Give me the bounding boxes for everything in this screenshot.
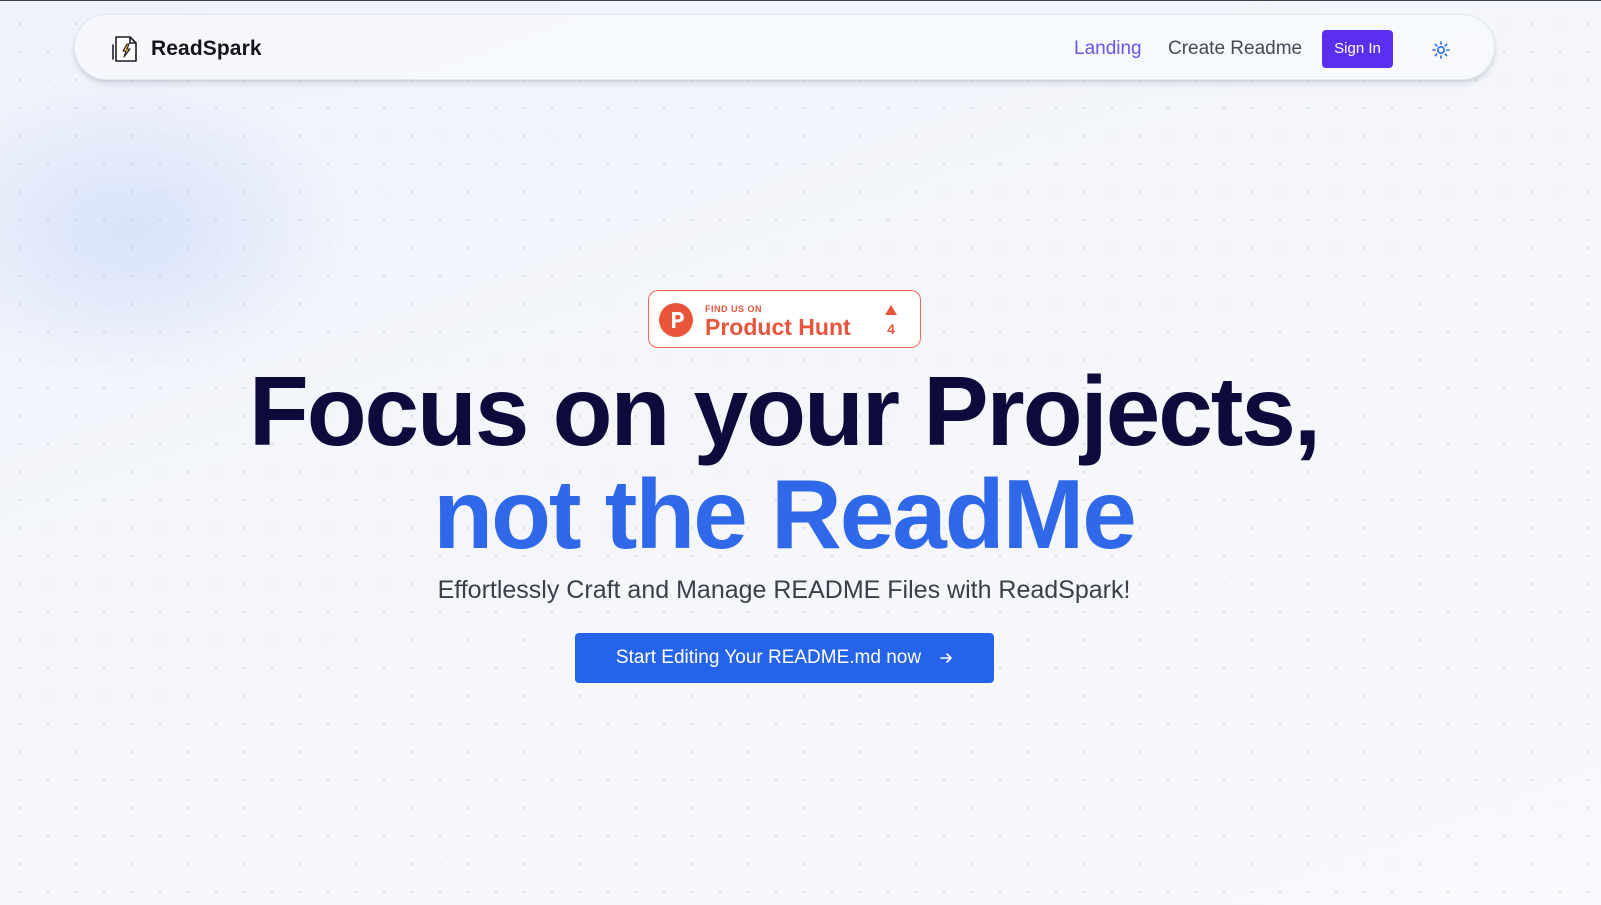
nav-link-landing[interactable]: Landing xyxy=(1074,37,1142,61)
brand-link[interactable]: ReadSpark xyxy=(111,34,262,64)
product-hunt-badge[interactable]: FIND US ON Product Hunt 4 xyxy=(648,290,921,348)
hero-headline: Focus on your Projects, xyxy=(248,356,1321,466)
nav-link-create-readme[interactable]: Create Readme xyxy=(1168,37,1302,61)
sign-in-button[interactable]: Sign In xyxy=(1322,30,1393,68)
top-border xyxy=(0,0,1601,1)
upvote-count: 4 xyxy=(887,321,895,337)
sun-icon xyxy=(1432,41,1450,59)
product-hunt-logo-icon xyxy=(659,303,693,337)
product-hunt-name: Product Hunt xyxy=(705,314,851,340)
brand-name: ReadSpark xyxy=(151,37,262,60)
start-editing-label: Start Editing Your README.md now xyxy=(615,647,922,668)
product-hunt-tagline: FIND US ON xyxy=(705,304,763,314)
arrow-right-icon xyxy=(940,653,952,663)
upvote-arrow-icon xyxy=(885,305,897,315)
hero-subtitle: Effortlessly Craft and Manage README Fil… xyxy=(437,576,1131,604)
navbar: ReadSpark Landing Create Readme Sign In xyxy=(74,14,1495,80)
theme-toggle-button[interactable] xyxy=(1430,39,1452,61)
readspark-logo-icon xyxy=(112,36,137,62)
hero-headline-highlight: not the ReadMe xyxy=(433,459,1137,569)
start-editing-button[interactable]: Start Editing Your README.md now xyxy=(575,633,994,683)
